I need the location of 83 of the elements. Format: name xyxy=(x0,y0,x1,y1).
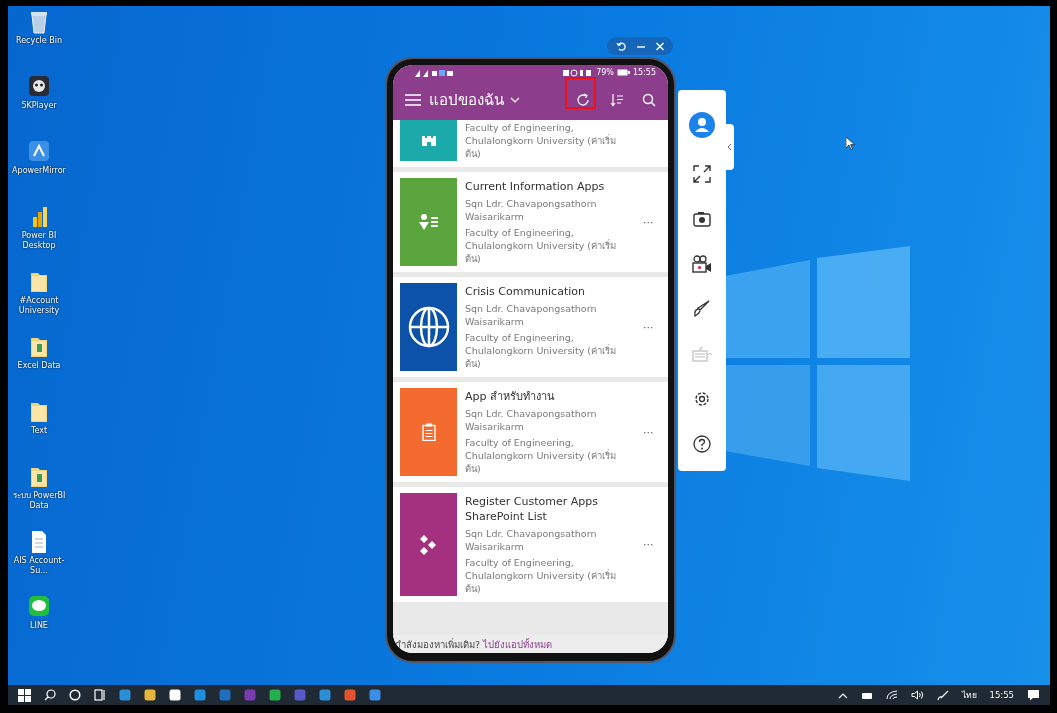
app-list-item[interactable]: Crisis Communication Sqn Ldr. Chavapongsathorn Waisarikarm Faculty of Engineering, Chulalongkorn University (ค่าเริ่มต้น) ··· xyxy=(393,277,668,377)
brush-icon[interactable] xyxy=(693,300,711,319)
more-options-button[interactable]: ··· xyxy=(643,538,654,551)
more-options-button[interactable]: ··· xyxy=(643,215,654,229)
all-apps-link[interactable]: ไปยังแอปทั้งหมด xyxy=(483,636,553,652)
video-camera-icon[interactable] xyxy=(692,254,712,273)
refresh-icon[interactable] xyxy=(576,93,590,107)
app-owner: Sqn Ldr. Chavapongsathorn Waisarikarm xyxy=(465,197,598,223)
app-name: Crisis Communication xyxy=(465,284,586,299)
recycle-bin-icon[interactable] xyxy=(28,10,50,34)
battery-icon xyxy=(616,69,630,76)
folder-icon[interactable] xyxy=(28,400,50,424)
app-list-item[interactable]: Faculty of Engineering, Chulalongkorn University (ค่าเริ่มต้น) xyxy=(393,120,668,167)
building-icon xyxy=(421,135,436,146)
user-avatar-icon[interactable] xyxy=(689,111,715,138)
restore-icon[interactable] xyxy=(615,40,627,52)
app-list-item[interactable]: Register Customer Apps SharePoint List Sqn Ldr. Chavapongsathorn Waisarikarm Faculty of Engineering, Chulalongkorn University (ค่าเริ่มต้น) ··· xyxy=(393,487,668,602)
input-language[interactable]: ไทย xyxy=(961,688,977,702)
footer-prompt: กำลังมองหาเพิ่มเติม? xyxy=(395,637,481,652)
chevron-up-icon[interactable] xyxy=(837,691,848,699)
desktop-icon-label[interactable]: #Account University xyxy=(8,296,70,316)
taskbar-app-icon[interactable] xyxy=(169,689,181,701)
app-organization: Faculty of Engineering, Chulalongkorn University (ค่าเริ่มต้น) xyxy=(465,121,618,160)
desktop-icon-label[interactable]: AIS Account-Su... xyxy=(8,556,70,576)
more-options-button[interactable]: ··· xyxy=(643,425,654,439)
desktop-icon-label[interactable]: Excel Data xyxy=(8,361,70,371)
app-title[interactable]: แอปของฉัน xyxy=(429,88,504,112)
status-time: 15:55 xyxy=(632,68,656,77)
collapse-handle[interactable] xyxy=(725,124,734,170)
app-organization: Faculty of Engineering, Chulalongkorn University (ค่าเริ่มต้น) xyxy=(465,331,618,370)
app-name: Current Information Apps xyxy=(465,179,606,194)
windows-start-icon[interactable] xyxy=(18,688,31,702)
app-name: Register Customer Apps SharePoint List xyxy=(465,494,599,524)
desktop-icon-label[interactable]: Recycle Bin xyxy=(8,36,70,46)
search-icon[interactable] xyxy=(642,93,656,107)
pen-icon[interactable] xyxy=(936,689,949,701)
desktop-icon-label[interactable]: 5KPlayer xyxy=(8,101,70,111)
desktop-icon-label[interactable]: Power BI Desktop xyxy=(8,231,70,251)
speaker-icon[interactable] xyxy=(910,690,924,700)
player-app-icon[interactable] xyxy=(28,75,50,99)
mouse-pointer-icon xyxy=(846,137,855,150)
app-organization: Faculty of Engineering, Chulalongkorn University (ค่าเริ่มต้น) xyxy=(465,436,618,475)
task-view-icon[interactable] xyxy=(94,689,106,701)
folder-icon[interactable] xyxy=(28,465,50,489)
help-icon[interactable] xyxy=(693,435,711,454)
more-options-button[interactable]: ··· xyxy=(643,320,654,334)
camera-icon[interactable] xyxy=(693,211,711,228)
chevron-down-icon[interactable] xyxy=(510,96,520,104)
close-icon[interactable] xyxy=(654,40,665,52)
desktop-icon-label[interactable]: ระบบ PowerBI Data xyxy=(8,491,70,511)
app-list-item[interactable]: Current Information Apps Sqn Ldr. Chavapongsathorn Waisarikarm Faculty of Engineering, Chulalongkorn University (ค่าเริ่มต้น) ··· xyxy=(393,172,668,272)
notifications-icon[interactable] xyxy=(1027,689,1040,701)
menu-icon[interactable] xyxy=(405,94,421,106)
folder-icon[interactable] xyxy=(28,335,50,359)
globe-icon xyxy=(407,306,450,348)
app-organization: Faculty of Engineering, Chulalongkorn University (ค่าเริ่มต้น) xyxy=(465,226,618,265)
desktop-icon-label[interactable]: LINE xyxy=(8,621,70,631)
app-owner: Sqn Ldr. Chavapongsathorn Waisarikarm xyxy=(465,407,598,433)
clipboard-icon xyxy=(421,423,436,441)
chat-app-icon[interactable] xyxy=(28,595,50,619)
app-name: App สำหรับทำงาน xyxy=(465,389,556,404)
taskbar-app-icon[interactable] xyxy=(144,689,156,701)
status-icons xyxy=(563,68,594,77)
app-owner: Sqn Ldr. Chavapongsathorn Waisarikarm xyxy=(465,527,598,553)
sort-icon[interactable] xyxy=(610,93,624,107)
taskbar-clock[interactable]: 15:55 xyxy=(989,690,1014,700)
app-list-item[interactable]: App สำหรับทำงาน Sqn Ldr. Chavapongsathorn Waisarikarm Faculty of Engineering, Chulalongkorn University (ค่าเริ่มต้น) ··· xyxy=(393,382,668,482)
highlight-frame xyxy=(565,77,596,109)
search-icon[interactable] xyxy=(44,689,56,701)
person-list-icon xyxy=(418,213,439,231)
wifi-icon[interactable] xyxy=(885,690,898,700)
battery-percent: 79% xyxy=(596,68,614,77)
diamonds-icon xyxy=(418,534,439,555)
cortana-icon[interactable] xyxy=(69,689,81,701)
folder-icon[interactable] xyxy=(28,270,50,294)
app-organization: Faculty of Engineering, Chulalongkorn University (ค่าเริ่มต้น) xyxy=(465,556,618,595)
fullscreen-icon[interactable] xyxy=(693,165,711,184)
desktop-icon-label[interactable]: Text xyxy=(8,426,70,436)
app-owner: Sqn Ldr. Chavapongsathorn Waisarikarm xyxy=(465,302,598,328)
chevron-left-icon[interactable] xyxy=(727,143,732,151)
device-icon[interactable] xyxy=(860,690,873,700)
desktop-icon-label[interactable]: ApowerMirror xyxy=(8,166,70,176)
mirror-app-icon[interactable] xyxy=(28,140,50,164)
